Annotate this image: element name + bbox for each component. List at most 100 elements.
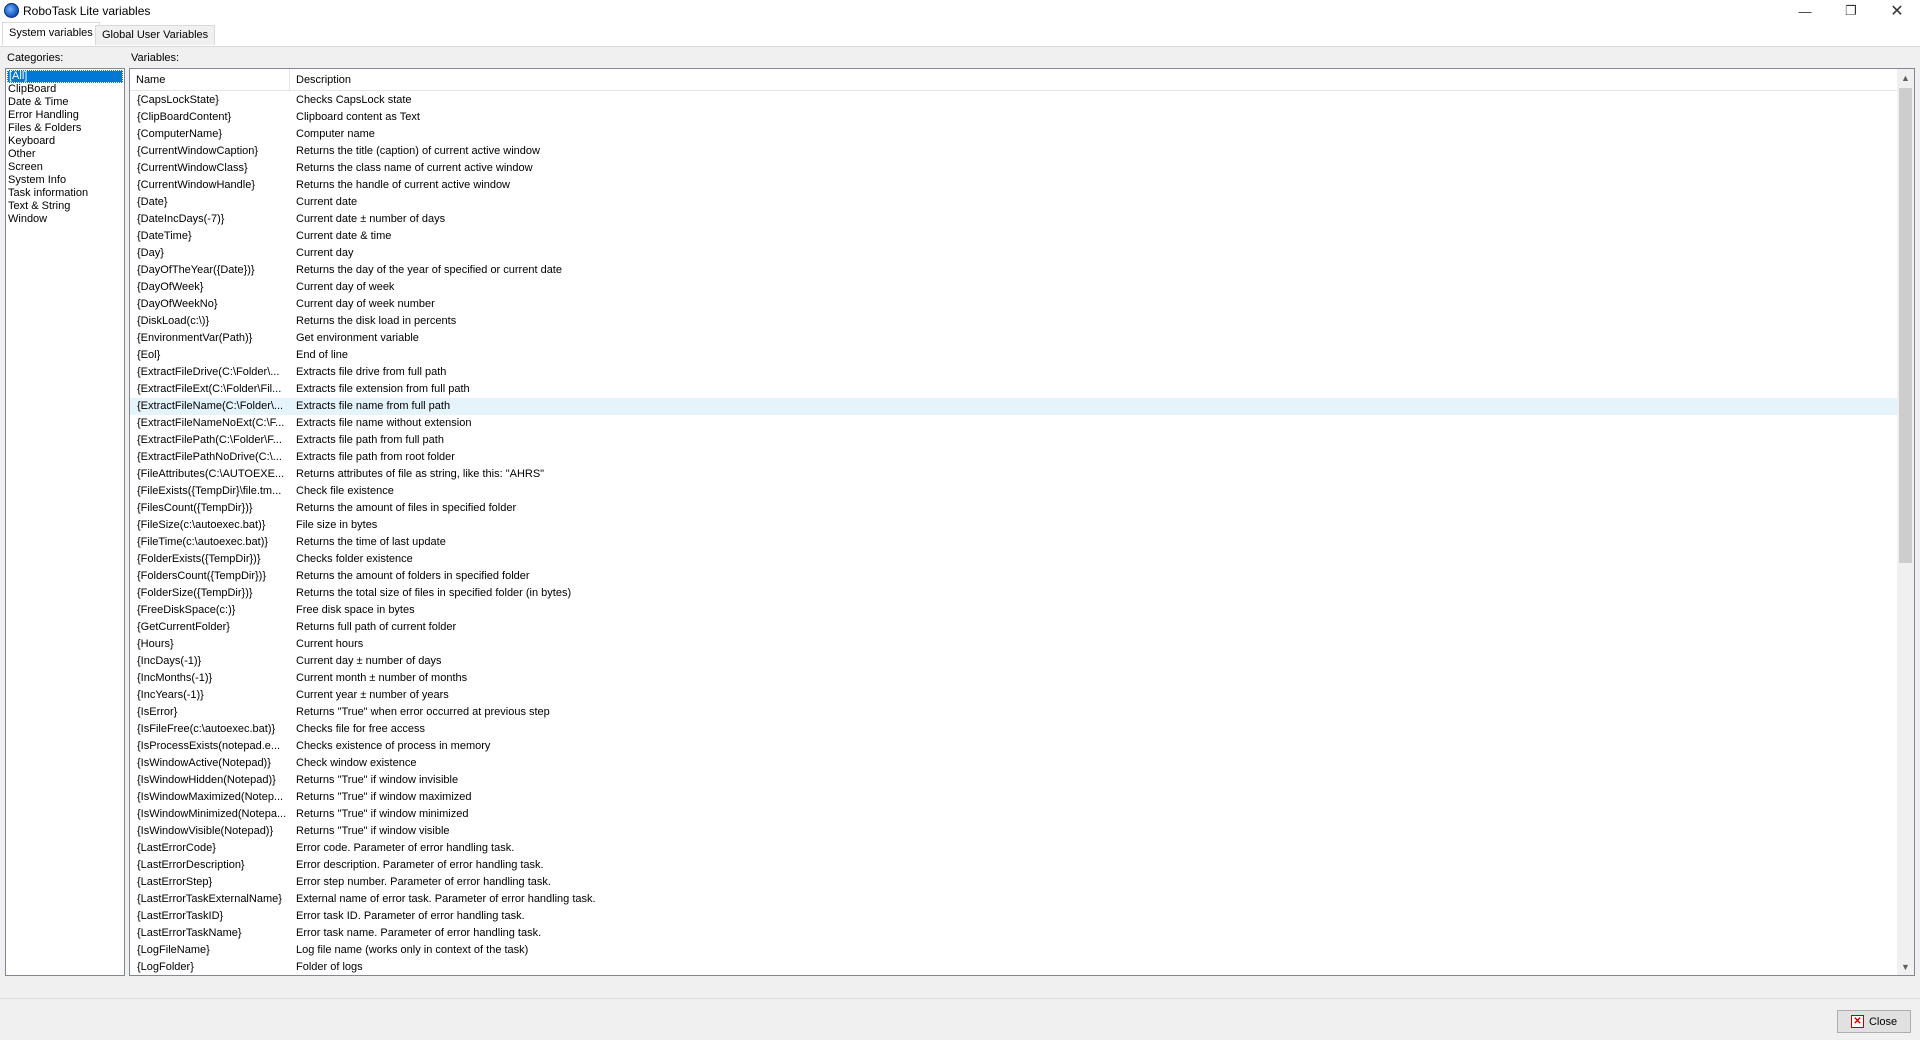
- variable-row[interactable]: {LastErrorTaskExternalName} External name…: [130, 891, 1898, 908]
- variable-row[interactable]: {FilesCount({TempDir})} Returns the amoun…: [130, 500, 1898, 517]
- variable-row[interactable]: {IncYears(-1)} Current year ± number of y…: [130, 687, 1898, 704]
- variable-name: {LastErrorTaskExternalName}: [137, 893, 282, 905]
- variable-row[interactable]: {FileAttributes(C:\AUTOEXE... Returns att…: [130, 466, 1898, 483]
- category-item[interactable]: ClipBoard: [6, 83, 124, 96]
- variable-row[interactable]: {IsWindowVisible(Notepad)} Returns "True"…: [130, 823, 1898, 840]
- category-item[interactable]: Files & Folders: [6, 122, 124, 135]
- variable-description: Computer name: [296, 128, 375, 140]
- tab-system-variables[interactable]: System variables: [2, 22, 100, 45]
- category-item[interactable]: Keyboard: [6, 135, 124, 148]
- variable-row[interactable]: {FileTime(c:\autoexec.bat)} Returns the t…: [130, 534, 1898, 551]
- category-item[interactable]: Window: [6, 213, 124, 226]
- variable-row[interactable]: {FoldersCount({TempDir})} Returns the amo…: [130, 568, 1898, 585]
- variable-row[interactable]: {CurrentWindowClass} Returns the class na…: [130, 160, 1898, 177]
- variable-row[interactable]: {ClipBoardContent} Clipboard content as T…: [130, 109, 1898, 126]
- variable-description: Checks existence of process in memory: [296, 740, 491, 752]
- variable-row[interactable]: {DayOfWeekNo} Current day of week number: [130, 296, 1898, 313]
- variable-row[interactable]: {FileSize(c:\autoexec.bat)} File size in …: [130, 517, 1898, 534]
- variable-description: Returns the total size of files in speci…: [296, 587, 572, 599]
- scrollbar-thumb[interactable]: [1899, 88, 1912, 563]
- variable-row[interactable]: {DayOfTheYear({Date})} Returns the day of…: [130, 262, 1898, 279]
- variable-description: Returns the class name of current active…: [296, 162, 533, 174]
- variable-description: Current month ± number of months: [296, 672, 468, 684]
- variable-row[interactable]: {LastErrorTaskName} Error task name. Para…: [130, 925, 1898, 942]
- category-item[interactable]: System Info: [6, 174, 124, 187]
- category-item[interactable]: Other: [6, 148, 124, 161]
- variable-row[interactable]: {LastErrorStep} Error step number. Parame…: [130, 874, 1898, 891]
- variable-row[interactable]: {DiskLoad(c:\)} Returns the disk load in …: [130, 313, 1898, 330]
- title-bar: RoboTask Lite variables — ❐ ✕: [0, 0, 1920, 22]
- categories-list[interactable]: [All] ClipBoard Date & Time Error Handling F…: [5, 68, 125, 976]
- variable-row[interactable]: {Hours} Current hours: [130, 636, 1898, 653]
- variable-row[interactable]: {Eol} End of line: [130, 347, 1898, 364]
- variable-description: Returns the time of last update: [296, 536, 446, 548]
- variable-name: {IsWindowHidden(Notepad)}: [137, 774, 276, 786]
- variable-row[interactable]: {ExtractFileNameNoExt(C:\F... Extracts fi…: [130, 415, 1898, 432]
- variable-row[interactable]: {FolderExists({TempDir})} Checks folder e…: [130, 551, 1898, 568]
- variables-list[interactable]: Name Description {CapsLockState} Checks C…: [129, 68, 1915, 976]
- variable-name: {LogFolder}: [137, 961, 194, 973]
- category-item[interactable]: Screen: [6, 161, 124, 174]
- variable-row[interactable]: {ExtractFileExt(C:\Folder\Fil... Extracts…: [130, 381, 1898, 398]
- tab-global-user-variables[interactable]: Global User Variables: [95, 25, 216, 45]
- variable-description: End of line: [296, 349, 348, 361]
- variable-description: Checks file for free access: [296, 723, 425, 735]
- category-item[interactable]: [All]: [7, 70, 123, 83]
- column-header-description[interactable]: Description: [290, 69, 690, 91]
- variable-row[interactable]: {LastErrorDescription} Error description.…: [130, 857, 1898, 874]
- variable-row[interactable]: {ComputerName} Computer name: [130, 126, 1898, 143]
- variable-row[interactable]: {CapsLockState} Checks CapsLock state: [130, 92, 1898, 109]
- variable-row[interactable]: {IsFileFree(c:\autoexec.bat)} Checks file…: [130, 721, 1898, 738]
- vertical-scrollbar[interactable]: ▲ ▼: [1897, 69, 1914, 975]
- variable-row[interactable]: {ExtractFileDrive(C:\Folder\... Extracts …: [130, 364, 1898, 381]
- window-close-button[interactable]: ✕: [1874, 0, 1920, 22]
- variable-row[interactable]: {Day} Current day: [130, 245, 1898, 262]
- variable-row[interactable]: {DateIncDays(-7)} Current date ± number o…: [130, 211, 1898, 228]
- variable-row[interactable]: {LogFileName} Log file name (works only i…: [130, 942, 1898, 959]
- variable-row[interactable]: {IsWindowMinimized(Notepa... Returns "Tru…: [130, 806, 1898, 823]
- variable-row[interactable]: {ExtractFileName(C:\Folder\... Extracts f…: [130, 398, 1898, 415]
- variable-name: {FolderSize({TempDir})}: [137, 587, 253, 599]
- variable-row[interactable]: {IsProcessExists(notepad.e... Checks exis…: [130, 738, 1898, 755]
- variable-row[interactable]: {FolderSize({TempDir})} Returns the total…: [130, 585, 1898, 602]
- variable-name: {IsWindowMinimized(Notepa...: [137, 808, 287, 820]
- variable-row[interactable]: {IsWindowMaximized(Notep... Returns "True…: [130, 789, 1898, 806]
- variable-row[interactable]: {DateTime} Current date & time: [130, 228, 1898, 245]
- variable-row[interactable]: {ExtractFilePathNoDrive(C:\... Extracts f…: [130, 449, 1898, 466]
- variable-row[interactable]: {IsError} Returns "True" when error occur…: [130, 704, 1898, 721]
- variable-row[interactable]: {EnvironmentVar(Path)} Get environment va…: [130, 330, 1898, 347]
- scroll-down-icon[interactable]: ▼: [1897, 958, 1914, 975]
- variable-name: {IsError}: [137, 706, 178, 718]
- column-header-name[interactable]: Name: [130, 69, 290, 91]
- variable-row[interactable]: {GetCurrentFolder} Returns full path of c…: [130, 619, 1898, 636]
- variable-row[interactable]: {CurrentWindowHandle} Returns the handle …: [130, 177, 1898, 194]
- variable-row[interactable]: {IncDays(-1)} Current day ± number of day…: [130, 653, 1898, 670]
- category-item[interactable]: Date & Time: [6, 96, 124, 109]
- footer-bar: ✕ Close: [0, 998, 1920, 1040]
- variable-row[interactable]: {FreeDiskSpace(c:)} Free disk space in by…: [130, 602, 1898, 619]
- variable-description: Checks folder existence: [296, 553, 413, 565]
- variable-row[interactable]: {IsWindowHidden(Notepad)} Returns "True" …: [130, 772, 1898, 789]
- variable-row[interactable]: {FileExists({TempDir}\file.tm... Check fi…: [130, 483, 1898, 500]
- close-button[interactable]: ✕ Close: [1837, 1010, 1911, 1033]
- variable-row[interactable]: {Date} Current date: [130, 194, 1898, 211]
- variable-row[interactable]: {ExtractFilePath(C:\Folder\F... Extracts …: [130, 432, 1898, 449]
- variable-name: {CapsLockState}: [137, 94, 219, 106]
- variable-row[interactable]: {CurrentWindowCaption} Returns the title …: [130, 143, 1898, 160]
- scroll-up-icon[interactable]: ▲: [1897, 69, 1914, 86]
- variable-description: Returns the amount of files in specified…: [296, 502, 517, 514]
- variable-row[interactable]: {IsWindowActive(Notepad)} Check window ex…: [130, 755, 1898, 772]
- restore-button[interactable]: ❐: [1828, 0, 1874, 22]
- category-item[interactable]: Error Handling: [6, 109, 124, 122]
- variable-description: Error description. Parameter of error ha…: [296, 859, 544, 871]
- variable-row[interactable]: {IncMonths(-1)} Current month ± number of…: [130, 670, 1898, 687]
- variable-row[interactable]: {LastErrorCode} Error code. Parameter of …: [130, 840, 1898, 857]
- minimize-button[interactable]: —: [1782, 0, 1828, 22]
- variable-name: {DiskLoad(c:\)}: [137, 315, 210, 327]
- variable-row[interactable]: {LastErrorTaskID} Error task ID. Paramete…: [130, 908, 1898, 925]
- variable-description: Current day of week number: [296, 298, 435, 310]
- category-item[interactable]: Text & String: [6, 200, 124, 213]
- variable-row[interactable]: {LogFolder} Folder of logs: [130, 959, 1898, 975]
- category-item[interactable]: Task information: [6, 187, 124, 200]
- variable-row[interactable]: {DayOfWeek} Current day of week: [130, 279, 1898, 296]
